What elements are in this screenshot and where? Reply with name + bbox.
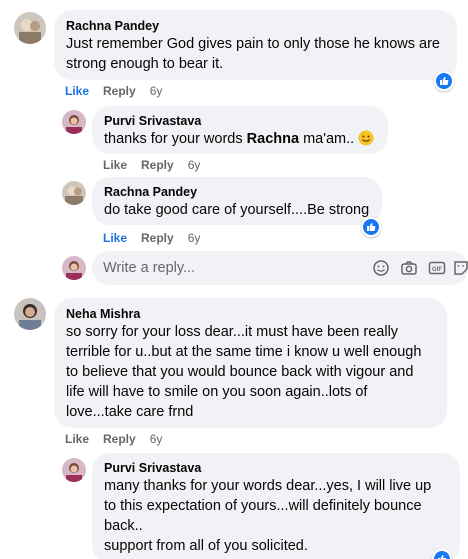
comment-actions: Like Reply 6y bbox=[103, 230, 200, 246]
comment-text: many thanks for your words dear...yes, I… bbox=[104, 478, 432, 554]
comment-bubble: Neha Mishra so sorry for your loss dear.… bbox=[54, 298, 447, 428]
reply-bubble: Rachna Pandey do take good care of yours… bbox=[92, 177, 382, 225]
comment-actions: Like Reply 6y bbox=[65, 431, 162, 447]
comment-bubble: Rachna Pandey Just remember God gives pa… bbox=[54, 10, 457, 80]
svg-text:GIF: GIF bbox=[432, 267, 442, 273]
current-user-avatar[interactable] bbox=[62, 256, 86, 280]
comment-text: thanks for your words Rachna ma'am.. bbox=[104, 129, 376, 149]
comment-author[interactable]: Purvi Srivastava bbox=[104, 460, 448, 476]
avatar[interactable] bbox=[62, 181, 86, 205]
mention-link[interactable]: Rachna bbox=[247, 131, 299, 147]
timestamp[interactable]: 6y bbox=[150, 431, 163, 447]
comment-author[interactable]: Purvi Srivastava bbox=[104, 113, 376, 129]
timestamp[interactable]: 6y bbox=[188, 230, 201, 246]
avatar[interactable] bbox=[62, 458, 86, 482]
reply-link[interactable]: Reply bbox=[141, 230, 174, 246]
camera-icon[interactable] bbox=[400, 259, 418, 277]
thumbs-up-icon bbox=[367, 223, 376, 231]
thumbs-up-icon bbox=[438, 555, 447, 559]
reply-input[interactable] bbox=[92, 251, 362, 285]
comment-text: Just remember God gives pain to only tho… bbox=[66, 36, 440, 72]
comment-actions: Like Reply 6y bbox=[65, 83, 162, 99]
reply-composer: GIF bbox=[92, 251, 468, 285]
smile-emoji-icon bbox=[358, 130, 374, 146]
smiley-icon[interactable] bbox=[372, 259, 390, 277]
comment-author[interactable]: Rachna Pandey bbox=[104, 184, 370, 200]
like-link[interactable]: Like bbox=[103, 157, 127, 173]
avatar[interactable] bbox=[62, 110, 86, 134]
reply-bubble: Purvi Srivastava thanks for your words R… bbox=[92, 106, 388, 154]
like-link[interactable]: Like bbox=[65, 431, 89, 447]
reply-link[interactable]: Reply bbox=[103, 83, 136, 99]
avatar[interactable] bbox=[14, 12, 46, 44]
comment-author[interactable]: Neha Mishra bbox=[66, 306, 435, 322]
comment-text: so sorry for your loss dear...it must ha… bbox=[66, 324, 422, 420]
reply-bubble: Purvi Srivastava many thanks for your wo… bbox=[92, 453, 460, 559]
reply-link[interactable]: Reply bbox=[141, 157, 174, 173]
comment-text: do take good care of yourself....Be stro… bbox=[104, 202, 370, 218]
comment-author[interactable]: Rachna Pandey bbox=[66, 18, 445, 34]
sticker-icon[interactable] bbox=[454, 259, 468, 277]
avatar[interactable] bbox=[14, 298, 46, 330]
thumbs-up-icon bbox=[440, 77, 449, 85]
gif-icon[interactable]: GIF bbox=[428, 259, 446, 277]
reply-link[interactable]: Reply bbox=[103, 431, 136, 447]
reaction-badge[interactable] bbox=[361, 217, 381, 237]
like-link[interactable]: Like bbox=[65, 83, 89, 99]
reaction-badge[interactable] bbox=[434, 71, 454, 91]
like-link[interactable]: Like bbox=[103, 230, 127, 246]
timestamp[interactable]: 6y bbox=[188, 157, 201, 173]
comment-actions: Like Reply 6y bbox=[103, 157, 200, 173]
timestamp[interactable]: 6y bbox=[150, 83, 163, 99]
